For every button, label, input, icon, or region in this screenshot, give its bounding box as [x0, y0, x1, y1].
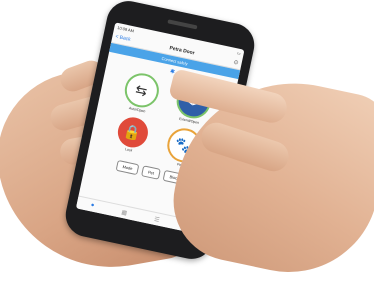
- back-button[interactable]: < Back: [115, 34, 131, 43]
- home-icon[interactable]: ●: [90, 202, 95, 209]
- pet-button[interactable]: Pet: [141, 165, 162, 180]
- gear-icon[interactable]: ⚙: [233, 58, 240, 66]
- home-button[interactable]: [125, 225, 147, 241]
- mode-lock-button[interactable]: 🔒 Lock: [106, 113, 156, 160]
- mode-label: Lock: [124, 147, 133, 153]
- battery-icon: ▭: [236, 49, 242, 56]
- grid-icon[interactable]: ▦: [121, 208, 128, 216]
- photo-scene: 10:08 AM ▭ < Back Petra Door ⚙ Connect s…: [0, 0, 374, 289]
- phone-earpiece: [167, 19, 198, 30]
- list-icon[interactable]: ☰: [154, 215, 161, 223]
- mode-button[interactable]: Mode: [115, 159, 140, 176]
- lock-icon: 🔒: [114, 114, 151, 151]
- arrows-icon: ⇆: [121, 70, 162, 111]
- mode-auto-button[interactable]: ⇆ Auto/Open: [116, 69, 166, 116]
- page-title: Petra Door: [168, 45, 196, 57]
